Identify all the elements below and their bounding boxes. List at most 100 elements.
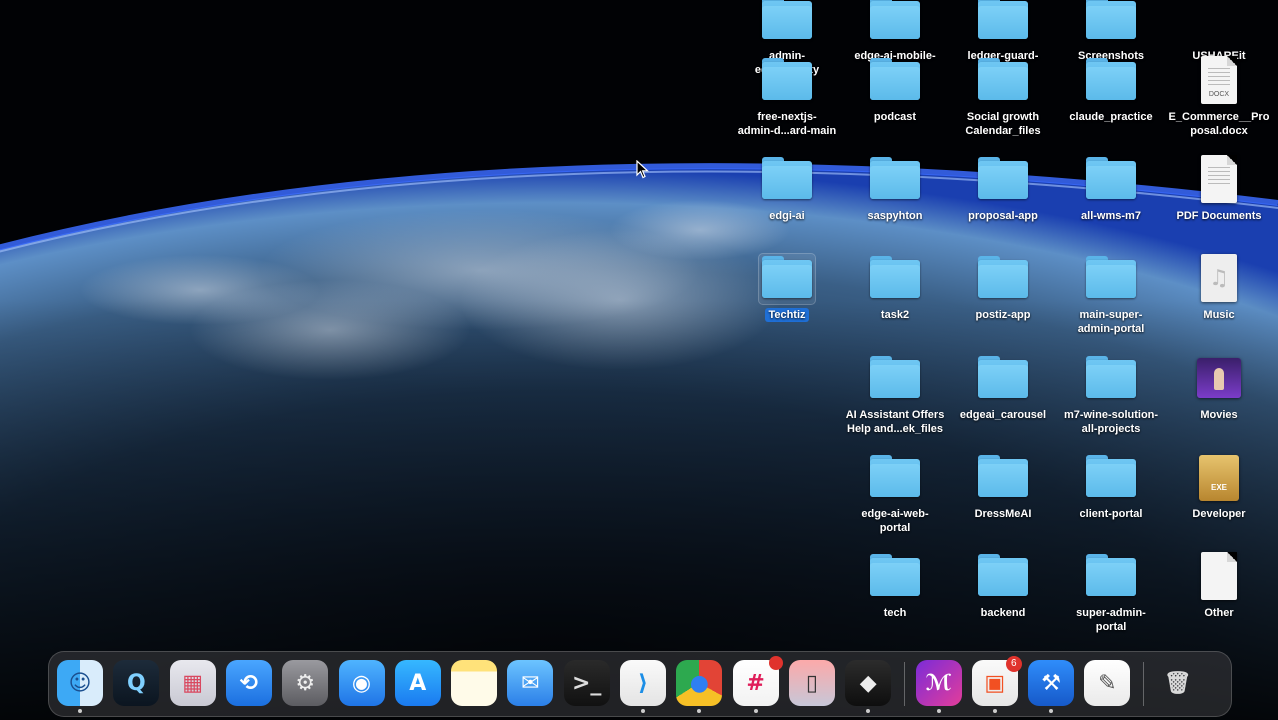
dock-item[interactable]: ⟲	[225, 660, 272, 706]
desktop-item-label: claude_practice	[1069, 111, 1153, 123]
desktop-item-folder[interactable]: main-super- admin-portal	[1057, 254, 1165, 337]
desktop-item-blank-doc[interactable]: Other	[1165, 552, 1273, 621]
dock-item[interactable]: ▯	[788, 660, 835, 706]
folder-icon	[1083, 0, 1139, 45]
desktop-item-folder[interactable]: edgi-ai	[733, 155, 841, 224]
folder-icon	[1083, 552, 1139, 602]
desktop-item-folder[interactable]: backend	[949, 552, 1057, 621]
desktop-item-label: AI Assistant Offers Help and...ek_files	[845, 409, 945, 435]
launchpad-icon: ▦	[182, 670, 203, 696]
desktop-item-folder[interactable]: postiz-app	[949, 254, 1057, 323]
mail-icon: ✉	[521, 670, 540, 696]
dock-item[interactable]: ▣ 6	[971, 656, 1022, 713]
appstore-icon: A	[409, 670, 427, 696]
desktop-item-folder[interactable]: client-portal	[1057, 453, 1165, 522]
folder-icon	[1083, 56, 1139, 106]
dock-item[interactable]: ⚒	[1028, 660, 1075, 713]
folder-icon	[1083, 155, 1139, 205]
desktop-item-label: client-portal	[1079, 508, 1143, 520]
dock-item[interactable]: ◆	[845, 660, 892, 713]
dock-item[interactable]: Q	[113, 660, 160, 706]
dock-item[interactable]: ⟩	[620, 660, 666, 713]
textedit-icon: ✎	[1098, 670, 1117, 696]
desktop-item-folder[interactable]: proposal-app	[949, 155, 1057, 224]
folder-icon	[867, 552, 923, 602]
desktop-item-folder[interactable]: tech	[841, 552, 949, 621]
folder-icon	[867, 56, 923, 106]
dock-item[interactable]	[451, 660, 498, 706]
desktop-item-label: Developer	[1192, 508, 1246, 520]
desktop-item-folder[interactable]: DressMeAI	[949, 453, 1057, 522]
folder-icon	[975, 254, 1031, 304]
dock-item[interactable]: ▦	[169, 660, 216, 706]
dock-item[interactable]: #	[732, 656, 783, 713]
folder-icon	[867, 155, 923, 205]
desktop-item-label: backend	[980, 607, 1026, 619]
folder-icon	[1083, 354, 1139, 404]
desktop-item-label: edgeai_carousel	[959, 409, 1047, 421]
desktop-item-folder[interactable]: Screenshots	[1057, 0, 1165, 64]
store-icon: ▣	[984, 670, 1006, 696]
finder-icon: ☺	[68, 670, 92, 696]
desktop-item-folder[interactable]: edgeai_carousel	[949, 354, 1057, 423]
dock-item[interactable]: ◉	[338, 660, 385, 706]
running-indicator	[1049, 709, 1054, 713]
desktop-item-folder[interactable]: podcast	[841, 56, 949, 125]
desktop-item-label: saspyhton	[867, 210, 923, 222]
desktop-item-folder[interactable]: edge-ai-web- portal	[841, 453, 949, 536]
chrome-icon: ●	[689, 670, 709, 696]
desktop-item-exe[interactable]: EXE Developer	[1165, 453, 1273, 522]
dock-item[interactable]: ⚙	[282, 660, 329, 706]
folder-icon	[867, 0, 923, 45]
folder-icon	[975, 354, 1031, 404]
dock-separator	[903, 662, 905, 706]
desktop-item-music[interactable]: ♫ Music	[1165, 254, 1273, 323]
desktop-item-folder[interactable]: AI Assistant Offers Help and...ek_files	[841, 354, 949, 437]
desktop-item-folder[interactable]: m7-wine-solution- all-projects	[1057, 354, 1165, 437]
dock-item[interactable]: ✉	[507, 660, 554, 706]
dock-item[interactable]: 🗑	[1155, 660, 1201, 706]
desktop-item-folder[interactable]: saspyhton	[841, 155, 949, 224]
running-indicator	[753, 709, 758, 713]
folder-icon	[759, 155, 815, 205]
dock-item[interactable]: A	[394, 660, 441, 706]
desktop-item-folder[interactable]: super-admin- portal	[1057, 552, 1165, 635]
slack-icon: #	[746, 670, 765, 696]
running-indicator	[992, 709, 997, 713]
vscode-icon: ⟩	[637, 670, 649, 696]
compass-icon: ◉	[351, 670, 372, 696]
desktop-item-folder[interactable]: free-nextjs- admin-d...ard-main	[733, 56, 841, 139]
dock-item[interactable]: ✎	[1084, 660, 1131, 706]
desktop-item-label: proposal-app	[968, 210, 1038, 222]
cube-icon: ◆	[859, 670, 877, 696]
desktop-item-movies[interactable]: Movies	[1165, 354, 1273, 423]
folder-icon	[1083, 254, 1139, 304]
desktop-item-docx[interactable]: DOCX E_Commerce__Pro posal.docx	[1165, 56, 1273, 139]
desktop-item-folder[interactable]: Techtiz	[733, 253, 841, 323]
folder-icon	[1083, 453, 1139, 503]
notification-badge	[768, 656, 783, 670]
loop-icon: ℳ	[925, 670, 952, 696]
desktop-item-folder[interactable]: Social growth Calendar_files	[949, 56, 1057, 139]
folder-icon	[759, 56, 815, 106]
desktop-item-pdf-stack[interactable]: PDF Documents	[1165, 155, 1273, 224]
desktop-item-folder[interactable]: task2	[841, 254, 949, 323]
dock-item[interactable]: >_	[563, 660, 610, 706]
dock-item[interactable]: ℳ	[915, 660, 962, 713]
dock-item[interactable]: ●	[676, 660, 723, 713]
desktop-item-label: m7-wine-solution- all-projects	[1063, 409, 1159, 435]
trash-icon: 🗑	[1163, 670, 1192, 696]
desktop-item-label: main-super- admin-portal	[1077, 309, 1145, 335]
terminal-icon: >_	[571, 670, 602, 696]
dock-item[interactable]: ☺	[57, 660, 103, 713]
desktop-item-folder[interactable]: claude_practice	[1057, 56, 1165, 125]
movie-icon	[1191, 354, 1247, 404]
desktop-item-app[interactable]: USHAREit	[1165, 0, 1273, 64]
desktop-item-folder[interactable]: all-wms-m7	[1057, 155, 1165, 224]
desktop-item-label: free-nextjs- admin-d...ard-main	[737, 111, 837, 137]
desktop-item-label: Techtiz	[765, 308, 809, 322]
running-indicator	[78, 709, 82, 713]
dock: ☺ Q ▦ ⟲ ⚙ ◉ A ✉ >_ ⟩ ● # ▯ ◆ ℳ ▣ 6 ⚒ ✎ 🗑	[48, 651, 1232, 717]
desktop-item-label: PDF Documents	[1176, 210, 1262, 222]
desktop-item-label: postiz-app	[975, 309, 1031, 321]
